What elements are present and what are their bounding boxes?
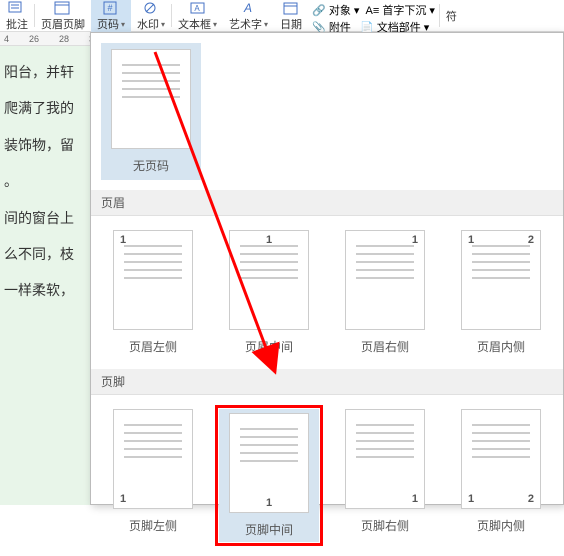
doc-line: 阳台，并轩 (4, 54, 86, 90)
symbol-label: 符 (446, 8, 457, 24)
wordart-icon: A (239, 0, 259, 16)
doc-line: 爬满了我的 (4, 90, 86, 126)
doc-line: 间的窗台上 (4, 200, 86, 236)
object-button[interactable]: 🔗 对象 ▾ A≡ 首字下沉 ▾ (312, 2, 435, 18)
doc-line: 。 (4, 163, 86, 199)
svg-text:A: A (194, 4, 200, 13)
footer-options-row: 1 页脚左侧 1 页脚中间 1 页脚右侧 12 页脚内侧 (91, 395, 563, 556)
header-left-option[interactable]: 1 页眉左侧 (99, 226, 207, 359)
watermark-button[interactable]: 水印▾ (131, 0, 171, 32)
date-button[interactable]: 日期 (274, 0, 308, 32)
watermark-label: 水印▾ (137, 16, 165, 32)
header-footer-icon (53, 0, 73, 16)
footer-right-option[interactable]: 1 页脚右侧 (331, 405, 439, 546)
comment-icon (7, 0, 27, 16)
doc-line: 装饰物，留 (4, 127, 86, 163)
header-options-row: 1 页眉左侧 1 页眉中间 1 页眉右侧 12 页眉内侧 (91, 216, 563, 369)
svg-text:#: # (107, 3, 112, 13)
watermark-icon (141, 0, 161, 16)
doc-line: 一样柔软， (4, 272, 86, 308)
comment-button[interactable]: 批注 (0, 0, 34, 32)
date-label: 日期 (280, 16, 302, 32)
ribbon-toolbar: 批注 页眉页脚 # 页码▾ 水印▾ A 文本框▾ A 艺术字▾ 日期 🔗 对象 … (0, 0, 564, 32)
page-number-dropdown: 无页码 页眉 1 页眉左侧 1 页眉中间 1 页眉右侧 12 页眉内侧 页脚 1… (90, 32, 564, 505)
header-section-label: 页眉 (91, 190, 563, 216)
doc-line: 么不同，枝 (4, 236, 86, 272)
page-number-label: 页码▾ (97, 16, 125, 32)
page-number-icon: # (101, 0, 121, 16)
comment-label: 批注 (6, 16, 28, 32)
textbox-label: 文本框▾ (178, 16, 217, 32)
symbol-button[interactable]: 符 (440, 0, 463, 32)
document-area: 阳台，并轩 爬满了我的 装饰物，留 。 间的窗台上 么不同，枝 一样柔软， (0, 46, 90, 505)
header-right-option[interactable]: 1 页眉右侧 (331, 226, 439, 359)
footer-center-option[interactable]: 1 页脚中间 (215, 405, 323, 546)
header-center-option[interactable]: 1 页眉中间 (215, 226, 323, 359)
wordart-button[interactable]: A 艺术字▾ (223, 0, 274, 32)
wordart-label: 艺术字▾ (229, 16, 268, 32)
header-inner-option[interactable]: 12 页眉内侧 (447, 226, 555, 359)
right-tools-group: 🔗 对象 ▾ A≡ 首字下沉 ▾ 📎 附件 📄 文档部件 ▾ (308, 0, 439, 31)
no-page-number-label: 无页码 (133, 157, 169, 174)
textbox-icon: A (188, 0, 208, 16)
no-page-number-option[interactable]: 无页码 (101, 43, 201, 180)
footer-section-label: 页脚 (91, 369, 563, 395)
footer-left-option[interactable]: 1 页脚左侧 (99, 405, 207, 546)
header-footer-button[interactable]: 页眉页脚 (35, 0, 91, 32)
date-icon (281, 0, 301, 16)
footer-inner-option[interactable]: 12 页脚内侧 (447, 405, 555, 546)
svg-text:A: A (243, 1, 252, 15)
header-footer-label: 页眉页脚 (41, 16, 85, 32)
textbox-button[interactable]: A 文本框▾ (172, 0, 223, 32)
page-number-button[interactable]: # 页码▾ (91, 0, 131, 32)
